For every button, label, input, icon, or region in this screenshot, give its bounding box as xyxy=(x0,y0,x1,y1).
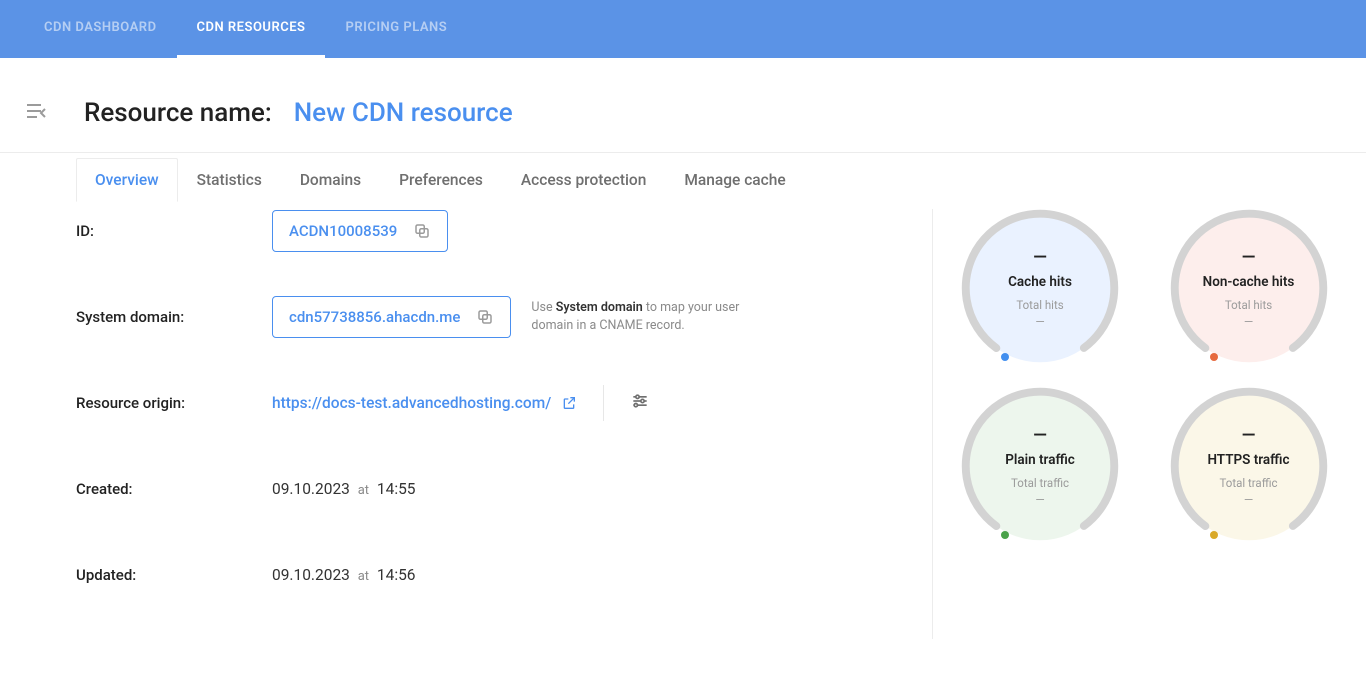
field-system-domain: System domain: cdn57738856.ahacdn.me Use… xyxy=(76,295,904,339)
id-label: ID: xyxy=(76,222,272,240)
gauge-plain-traffic: — Plain traffic Total traffic — xyxy=(961,387,1119,545)
id-value: ACDN10008539 xyxy=(289,222,397,240)
tab-preferences[interactable]: Preferences xyxy=(380,158,502,202)
field-created: Created: 09.10.2023 at 14:55 xyxy=(76,467,904,511)
field-updated: Updated: 09.10.2023 at 14:56 xyxy=(76,553,904,597)
copy-system-domain-icon[interactable] xyxy=(476,308,494,326)
top-nav: CDN DASHBOARD CDN RESOURCES PRICING PLAN… xyxy=(0,0,1366,58)
overview-details: ID: ACDN10008539 System domain: cdn57738… xyxy=(76,209,904,639)
content: ID: ACDN10008539 System domain: cdn57738… xyxy=(0,153,1366,639)
gauge-https-traffic: — HTTPS traffic Total traffic — xyxy=(1170,387,1328,545)
tab-overview[interactable]: Overview xyxy=(76,158,178,202)
system-domain-label: System domain: xyxy=(76,308,272,326)
copy-id-icon[interactable] xyxy=(413,222,431,240)
system-domain-pill: cdn57738856.ahacdn.me xyxy=(272,296,511,338)
origin-settings-icon[interactable] xyxy=(630,391,650,415)
resource-name: New CDN resource xyxy=(294,98,513,128)
created-value: 09.10.2023 at 14:55 xyxy=(272,480,416,498)
nav-cdn-resources[interactable]: CDN RESOURCES xyxy=(177,0,326,58)
tab-statistics[interactable]: Statistics xyxy=(178,158,281,202)
stats-gauges: — Cache hits Total hits — — Non-cache hi… xyxy=(932,209,1342,639)
open-external-icon xyxy=(561,395,577,411)
nav-pricing-plans[interactable]: PRICING PLANS xyxy=(325,0,467,58)
tab-domains[interactable]: Domains xyxy=(281,158,380,202)
origin-url: https://docs-test.advancedhosting.com/ xyxy=(272,394,551,412)
page-header: Resource name: New CDN resource xyxy=(0,58,1366,153)
tab-access-protection[interactable]: Access protection xyxy=(502,158,665,202)
origin-link[interactable]: https://docs-test.advancedhosting.com/ xyxy=(272,394,577,412)
toggle-sidebar-icon[interactable] xyxy=(24,99,48,127)
field-origin: Resource origin: https://docs-test.advan… xyxy=(76,381,904,425)
field-id: ID: ACDN10008539 xyxy=(76,209,904,253)
origin-label: Resource origin: xyxy=(76,394,272,412)
page-title-label: Resource name: xyxy=(84,98,272,128)
updated-label: Updated: xyxy=(76,566,272,584)
gauge-non-cache-hits: — Non-cache hits Total hits — xyxy=(1170,209,1328,367)
created-label: Created: xyxy=(76,480,272,498)
system-domain-value: cdn57738856.ahacdn.me xyxy=(289,308,460,326)
gauge-cache-hits: — Cache hits Total hits — xyxy=(961,209,1119,367)
tab-manage-cache[interactable]: Manage cache xyxy=(665,158,804,202)
tabs: Overview Statistics Domains Preferences … xyxy=(76,157,805,201)
nav-cdn-dashboard[interactable]: CDN DASHBOARD xyxy=(24,0,177,58)
system-domain-hint: Use System domain to map your user domai… xyxy=(531,299,741,335)
updated-value: 09.10.2023 at 14:56 xyxy=(272,566,416,584)
divider xyxy=(603,385,604,421)
id-value-pill: ACDN10008539 xyxy=(272,210,448,252)
